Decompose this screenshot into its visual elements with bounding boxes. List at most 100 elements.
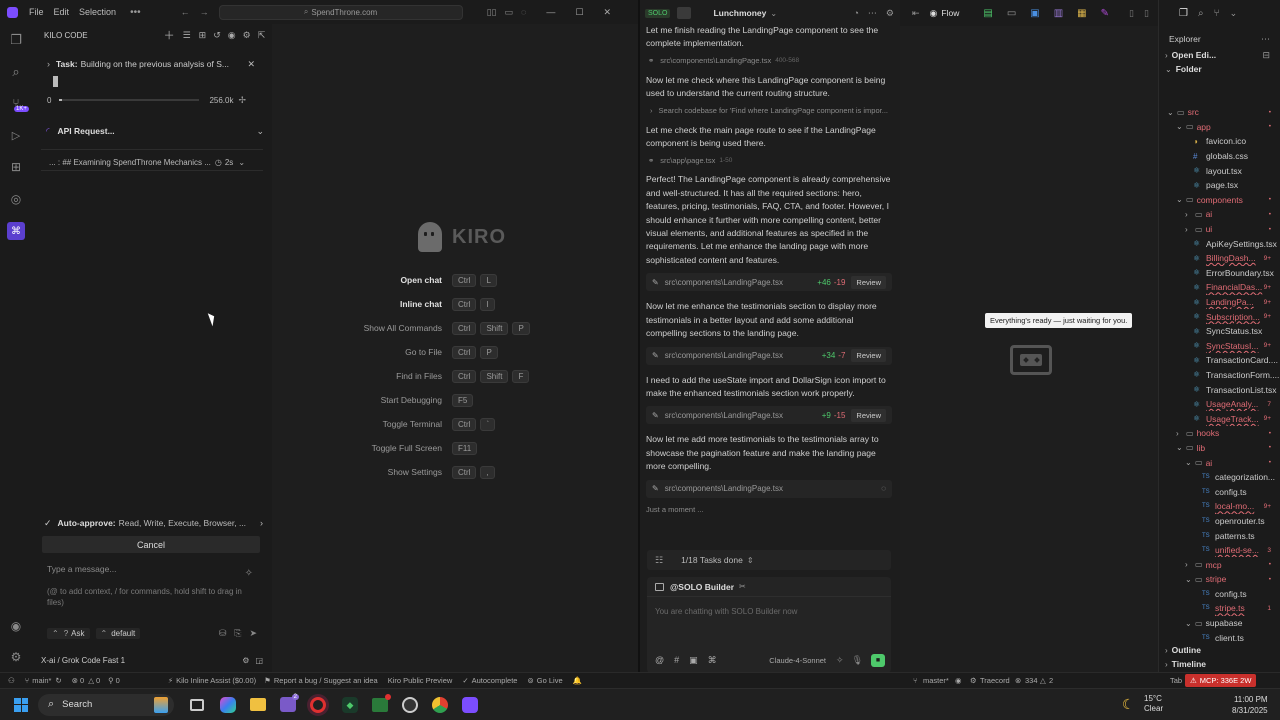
- tab-label[interactable]: Tab: [1170, 676, 1182, 685]
- pen-view-icon[interactable]: ✎: [1101, 8, 1109, 19]
- search-tab-icon[interactable]: ⌕: [1198, 8, 1204, 19]
- file-tree-file[interactable]: TS config.ts: [1159, 484, 1280, 499]
- image-icon[interactable]: ▣: [689, 655, 698, 666]
- warning-icon[interactable]: △: [88, 676, 94, 685]
- file-tree-folder[interactable]: ⌄ ▭ ai •: [1159, 455, 1280, 470]
- file-tree-folder[interactable]: ⌄ ▭ components •: [1159, 193, 1280, 208]
- ports-icon[interactable]: ⚲: [108, 676, 114, 685]
- file-tree-file[interactable]: ⚛ BillingDash... 9+: [1159, 251, 1280, 266]
- chat-icon[interactable]: ◌: [521, 7, 526, 17]
- file-tree-file[interactable]: ⚛ SyncStatusI... 9+: [1159, 339, 1280, 354]
- model-chat-icon[interactable]: ◲: [255, 656, 263, 665]
- explorer-icon[interactable]: ❐: [8, 32, 24, 48]
- chat-input-box[interactable]: @SOLO Builder ✂ You are chatting with SO…: [647, 577, 891, 673]
- menu-edit[interactable]: Edit: [54, 7, 70, 17]
- file-edit-pill[interactable]: ✎ src\components\LandingPage.tsx +9 -15 Revi…: [646, 406, 892, 425]
- file-tree-file[interactable]: ⚛ page.tsx: [1159, 178, 1280, 193]
- message-input[interactable]: Type a message... ✧ (@ to add context, /…: [41, 560, 263, 620]
- traecord-label[interactable]: Traecord: [980, 676, 1010, 685]
- file-tree-file[interactable]: TS categorization...: [1159, 470, 1280, 485]
- opera-icon[interactable]: [310, 696, 326, 713]
- taskbar-search[interactable]: ⌕ Search: [38, 693, 174, 716]
- send-icon[interactable]: ➤: [249, 628, 257, 639]
- hash-icon[interactable]: #: [674, 655, 679, 665]
- welcome-command-row[interactable]: Inline chat Ctrl I: [272, 292, 638, 316]
- github-icon[interactable]: [402, 696, 418, 713]
- chevron-right-icon[interactable]: ›: [47, 59, 50, 69]
- scm-tab-icon[interactable]: ⑂: [1214, 8, 1220, 19]
- copilot-icon[interactable]: [220, 696, 236, 713]
- file-explorer-icon[interactable]: [250, 698, 266, 711]
- file-tree-file[interactable]: ⚛ LandingPa... 9+: [1159, 295, 1280, 310]
- sync-icon[interactable]: ↻: [55, 676, 61, 685]
- count2[interactable]: 2: [1049, 676, 1053, 685]
- more-menu-icon[interactable]: •••: [130, 7, 141, 18]
- popout-icon[interactable]: ⇱: [258, 30, 266, 41]
- folder-section[interactable]: ⌄ Folder: [1159, 62, 1280, 76]
- file-tree-file[interactable]: ⚛ ApiKeySettings.tsx: [1159, 236, 1280, 251]
- command-center[interactable]: ⌕ SpendThrone.com: [218, 4, 463, 20]
- welcome-command-row[interactable]: Start Debugging F5: [272, 388, 638, 412]
- weather-icon[interactable]: ☾: [1122, 696, 1135, 713]
- run-debug-icon[interactable]: ▷: [8, 127, 24, 143]
- layout-icon[interactable]: ▯▯: [487, 7, 497, 18]
- file-tree-file[interactable]: TS patterns.ts: [1159, 528, 1280, 543]
- code-reference[interactable]: ⚭ src\app\page.tsx 1-50: [646, 151, 892, 169]
- file-tree-folder[interactable]: › ▭ ui •: [1159, 222, 1280, 237]
- tasks-bar[interactable]: ☷ 1/18 Tasks done ⇕: [647, 550, 891, 570]
- model-settings-icon[interactable]: ⚙: [242, 656, 249, 665]
- collapse-all-icon[interactable]: ⊟: [1262, 50, 1270, 61]
- terminal-app-icon[interactable]: [372, 693, 391, 712]
- chevron-right-icon[interactable]: ›: [260, 518, 263, 528]
- autocomplete-label[interactable]: Autocomplete: [472, 676, 518, 685]
- enhance-prompt-icon[interactable]: ✧: [245, 568, 253, 579]
- file-tree-file[interactable]: ⚛ layout.tsx: [1159, 163, 1280, 178]
- at-mention-icon[interactable]: @: [655, 655, 664, 665]
- file-tree-folder[interactable]: › ▭ mcp •: [1159, 557, 1280, 572]
- branch-name[interactable]: main*: [32, 676, 51, 685]
- file-tree-file[interactable]: ⚛ UsageTrack... 9+: [1159, 411, 1280, 426]
- code-reference[interactable]: › Search codebase for 'Find where Landing…: [646, 102, 892, 120]
- welcome-command-row[interactable]: Show All Commands Ctrl Shift P: [272, 316, 638, 340]
- file-tree-folder[interactable]: ⌄ ▭ src •: [1159, 105, 1280, 120]
- settings-gear-icon[interactable]: ⚙: [8, 649, 24, 665]
- file-tree-file[interactable]: ⚛ UsageAnaly... 7: [1159, 397, 1280, 412]
- file-tree-folder[interactable]: ⌄ ▭ supabase: [1159, 616, 1280, 631]
- code-reference[interactable]: ⚭ src\components\LandingPage.tsx 400-568: [646, 52, 892, 70]
- close-task-icon[interactable]: ✕: [247, 59, 255, 70]
- file-tree-folder[interactable]: › ▭ ai •: [1159, 207, 1280, 222]
- file-tree-file[interactable]: ⚛ FinancialDas... 9+: [1159, 280, 1280, 295]
- files-tab-icon[interactable]: ❐: [1179, 8, 1188, 19]
- mcp-status[interactable]: ⚠ MCP: 336E 2W: [1185, 674, 1257, 687]
- mic-icon[interactable]: 🎙: [852, 655, 863, 666]
- profile-icon[interactable]: ◉: [228, 30, 236, 41]
- file-tree-file[interactable]: ⚛ Subscription... 9+: [1159, 309, 1280, 324]
- error-icon[interactable]: ⊗: [72, 676, 78, 685]
- cancel-button[interactable]: Cancel: [42, 536, 260, 553]
- clock[interactable]: 11:00 PM 8/31/2025: [1232, 694, 1268, 716]
- branch2-name[interactable]: master*: [923, 676, 949, 685]
- history-icon[interactable]: ↺: [213, 30, 221, 41]
- eye-icon[interactable]: ◉: [955, 676, 962, 685]
- slash-command-icon[interactable]: ⌘: [708, 655, 717, 666]
- file-tree-file[interactable]: ◑ favicon.ico: [1159, 134, 1280, 149]
- docs-view-icon[interactable]: ▥: [1054, 8, 1063, 19]
- auto-approve-row[interactable]: ✓ Auto-approve: Read, Write, Execute, Br…: [41, 516, 263, 530]
- file-tree-file[interactable]: TS stripe.ts 1: [1159, 601, 1280, 616]
- task-view-icon[interactable]: [190, 698, 204, 711]
- file-tree-file[interactable]: TS local-mo... 9+: [1159, 499, 1280, 514]
- back-arrow-icon[interactable]: ←: [181, 7, 190, 17]
- more-actions-icon[interactable]: ⋯: [1261, 34, 1270, 45]
- welcome-command-row[interactable]: Toggle Full Screen F11: [272, 436, 638, 460]
- forward-arrow-icon[interactable]: →: [200, 7, 209, 17]
- timeline-section[interactable]: › Timeline: [1165, 658, 1206, 670]
- mode-select[interactable]: ⌃ ? Ask: [47, 627, 90, 639]
- welcome-command-row[interactable]: Open chat Ctrl L: [272, 268, 638, 292]
- flow-label[interactable]: Flow: [941, 8, 959, 18]
- account-icon[interactable]: ◉: [8, 618, 24, 634]
- mcp-icon[interactable]: ⊞: [199, 30, 207, 41]
- file-edit-pill[interactable]: ✎ src\components\LandingPage.tsx +34 -7 Revi…: [646, 346, 892, 365]
- task-card[interactable]: › Task: Building on the previous analysi…: [41, 56, 263, 96]
- maximize-icon[interactable]: ☐: [575, 7, 583, 18]
- file-tree-folder[interactable]: ⌄ ▭ app •: [1159, 120, 1280, 135]
